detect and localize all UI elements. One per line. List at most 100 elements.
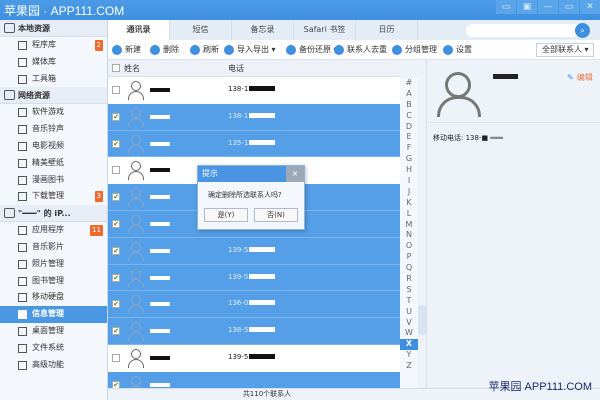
close-icon[interactable]: ✕ bbox=[580, 0, 600, 14]
index-letter[interactable]: E bbox=[400, 132, 418, 143]
index-letter[interactable]: G bbox=[400, 154, 418, 165]
scrollbar[interactable] bbox=[418, 60, 426, 388]
refresh-button[interactable]: 刷新 bbox=[190, 44, 219, 56]
sidebar-item[interactable]: 高级功能 bbox=[0, 357, 107, 374]
tab[interactable]: Safari 书签 bbox=[294, 20, 356, 40]
index-letter[interactable]: Z bbox=[400, 361, 418, 372]
index-letter[interactable]: J bbox=[400, 187, 418, 198]
row-checkbox[interactable] bbox=[112, 353, 120, 362]
sidebar-item[interactable]: 音乐铃声 bbox=[0, 121, 107, 138]
table-row[interactable]: ✔ 135-1 bbox=[108, 130, 400, 158]
table-row[interactable]: ✔ 136-0 bbox=[108, 291, 400, 319]
sidebar-item[interactable]: 下载管理 3 bbox=[0, 188, 107, 205]
row-checkbox[interactable] bbox=[112, 166, 120, 175]
row-checkbox[interactable] bbox=[112, 86, 120, 94]
maximize-icon[interactable]: ▭ bbox=[559, 0, 579, 14]
table-row[interactable]: ✔ bbox=[108, 371, 400, 388]
no-button[interactable]: 否(N) bbox=[254, 208, 298, 222]
scrollbar-thumb[interactable] bbox=[418, 305, 426, 335]
index-letter[interactable]: D bbox=[400, 122, 418, 133]
sidebar-item[interactable]: 电影视频 bbox=[0, 138, 107, 155]
row-checkbox[interactable]: ✔ bbox=[112, 380, 120, 388]
feedback-icon[interactable]: ▭ bbox=[496, 0, 516, 14]
index-letter[interactable]: R bbox=[400, 274, 418, 285]
minimize-icon[interactable]: — bbox=[538, 0, 558, 14]
row-checkbox[interactable]: ✔ bbox=[112, 246, 120, 255]
table-row[interactable]: 138-1 bbox=[108, 77, 400, 104]
index-letter[interactable]: N bbox=[400, 230, 418, 241]
index-letter[interactable]: V bbox=[400, 318, 418, 329]
table-row[interactable]: ✔ 138-5 bbox=[108, 318, 400, 345]
sidebar-item[interactable]: 软件游戏 bbox=[0, 104, 107, 121]
tab[interactable]: 通讯录 bbox=[108, 20, 170, 40]
skin-icon[interactable]: ▣ bbox=[517, 0, 537, 14]
import-export-button[interactable]: 导入导出 ▾ bbox=[224, 44, 276, 56]
index-letter[interactable]: # bbox=[400, 78, 418, 89]
edit-button[interactable]: 编辑 bbox=[567, 72, 593, 83]
index-letter[interactable]: F bbox=[400, 143, 418, 154]
dedupe-button[interactable]: 联系人去重 bbox=[334, 44, 387, 56]
index-letter[interactable]: B bbox=[400, 100, 418, 111]
index-letter[interactable]: A bbox=[400, 89, 418, 100]
new-button[interactable]: 新建 bbox=[112, 44, 141, 56]
select-all-checkbox[interactable] bbox=[112, 64, 120, 72]
index-letter[interactable]: W bbox=[400, 328, 418, 339]
tab[interactable]: 日历 bbox=[356, 20, 418, 40]
sidebar-item[interactable]: 工具箱 bbox=[0, 71, 107, 88]
search-input[interactable]: ⌕ bbox=[466, 23, 590, 38]
index-letter[interactable]: Q bbox=[400, 263, 418, 274]
table-row[interactable]: 139-5 bbox=[108, 345, 400, 372]
sidebar-item[interactable]: 照片管理 bbox=[0, 256, 107, 273]
sidebar-item[interactable]: 应用程序 11 bbox=[0, 222, 107, 239]
sidebar-item[interactable]: 信息管理 bbox=[0, 306, 107, 323]
sidebar-item[interactable]: 漫画图书 bbox=[0, 172, 107, 189]
close-icon[interactable]: × bbox=[286, 166, 304, 182]
row-checkbox[interactable]: ✔ bbox=[112, 219, 120, 228]
sidebar-item[interactable]: 桌面管理 bbox=[0, 323, 107, 340]
index-letter[interactable]: S bbox=[400, 285, 418, 296]
index-letter[interactable]: P bbox=[400, 252, 418, 263]
search-icon[interactable]: ⌕ bbox=[575, 23, 590, 38]
index-letter[interactable]: L bbox=[400, 209, 418, 220]
yes-button[interactable]: 是(Y) bbox=[204, 208, 248, 222]
index-letter[interactable]: Y bbox=[400, 350, 418, 361]
table-row[interactable]: ✔ 139-5 bbox=[108, 237, 400, 265]
tab[interactable]: 短信 bbox=[170, 20, 232, 40]
contact-phone: 139-5 bbox=[228, 246, 276, 254]
contact-filter-select[interactable]: 全部联系人 ▾ bbox=[536, 43, 594, 57]
sidebar-item[interactable]: 程序库 2 bbox=[0, 37, 107, 54]
row-checkbox[interactable]: ✔ bbox=[112, 112, 120, 121]
table-row[interactable]: ✔ 138-1 bbox=[108, 103, 400, 131]
index-letter[interactable]: U bbox=[400, 307, 418, 318]
tab[interactable]: 备忘录 bbox=[232, 20, 294, 40]
row-checkbox[interactable]: ✔ bbox=[112, 327, 120, 336]
avatar bbox=[437, 72, 481, 117]
sidebar-section-2[interactable]: "━━━" 的 iP... bbox=[0, 205, 107, 223]
index-letter[interactable]: T bbox=[400, 296, 418, 307]
sidebar-section-0[interactable]: 本地资源 bbox=[0, 20, 107, 37]
index-letter[interactable]: X bbox=[400, 339, 418, 351]
index-letter[interactable]: I bbox=[400, 176, 418, 187]
row-checkbox[interactable]: ✔ bbox=[112, 193, 120, 202]
sidebar-section-1[interactable]: 网络资源 bbox=[0, 87, 107, 105]
row-checkbox[interactable]: ✔ bbox=[112, 139, 120, 148]
backup-restore-button[interactable]: 备份还原 ▾ bbox=[286, 44, 338, 56]
delete-button[interactable]: 删除 bbox=[150, 44, 179, 56]
index-letter[interactable]: O bbox=[400, 241, 418, 252]
index-letter[interactable]: C bbox=[400, 111, 418, 122]
sidebar-item[interactable]: 图书管理 bbox=[0, 273, 107, 290]
sidebar-item[interactable]: 文件系统 bbox=[0, 340, 107, 357]
settings-button[interactable]: 设置 bbox=[443, 44, 472, 56]
groups-button[interactable]: 分组管理 bbox=[392, 44, 437, 56]
contact-name-masked bbox=[150, 221, 170, 226]
index-letter[interactable]: H bbox=[400, 165, 418, 176]
sidebar-item[interactable]: 精美壁纸 bbox=[0, 155, 107, 172]
index-letter[interactable]: M bbox=[400, 220, 418, 231]
index-letter[interactable]: K bbox=[400, 198, 418, 209]
row-checkbox[interactable]: ✔ bbox=[112, 300, 120, 309]
row-checkbox[interactable]: ✔ bbox=[112, 273, 120, 282]
sidebar-item[interactable]: 媒体库 bbox=[0, 54, 107, 71]
table-row[interactable]: ✔ 139-5 bbox=[108, 264, 400, 292]
sidebar-item[interactable]: 音乐影片 bbox=[0, 239, 107, 256]
sidebar-item[interactable]: 移动硬盘 bbox=[0, 289, 107, 306]
